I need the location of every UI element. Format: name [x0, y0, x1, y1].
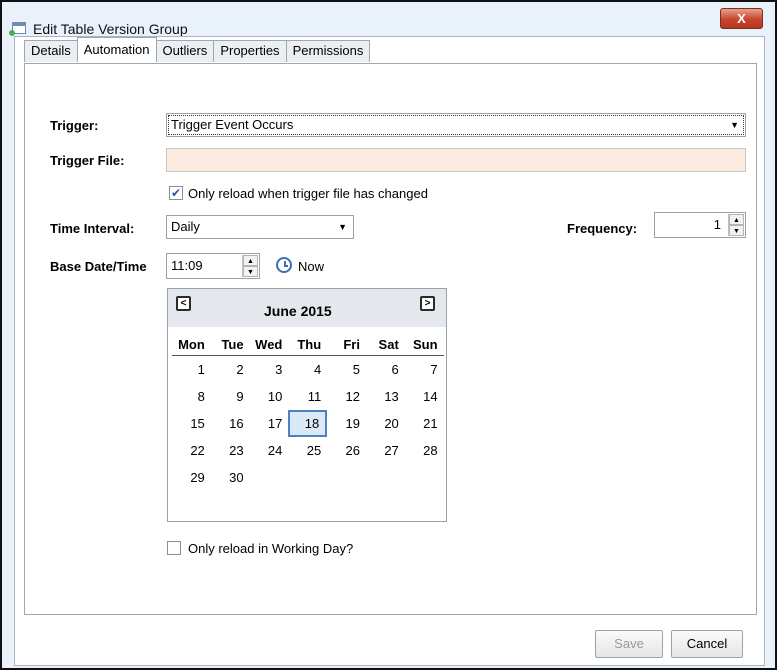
decrement-icon[interactable]: ▼ [243, 266, 258, 277]
calendar-day[interactable]: 23 [211, 437, 250, 464]
calendar-day[interactable]: 5 [327, 356, 366, 383]
weekday-label: Sun [413, 337, 438, 352]
chevron-down-icon: ▼ [338, 222, 347, 232]
tab-strip: Details Automation Outliers Properties P… [24, 37, 371, 62]
calendar-day[interactable]: 8 [172, 383, 211, 410]
calendar-header: < June 2015 > [168, 289, 446, 327]
title-bar: Edit Table Version Group X [2, 2, 775, 37]
calendar-day[interactable]: 24 [250, 437, 289, 464]
calendar-week: 1 2 3 4 5 6 7 [172, 356, 444, 383]
calendar-day[interactable]: 17 [250, 410, 289, 437]
calendar-day[interactable]: 15 [172, 410, 211, 437]
close-button[interactable]: X [720, 8, 763, 29]
calendar-day[interactable]: 12 [327, 383, 366, 410]
calendar-day-empty [366, 464, 405, 491]
calendar-day[interactable]: 4 [288, 356, 327, 383]
cancel-button[interactable]: Cancel [671, 630, 743, 658]
calendar-day[interactable]: 9 [211, 383, 250, 410]
calendar-day[interactable]: 6 [366, 356, 405, 383]
calendar-day[interactable]: 19 [327, 410, 366, 437]
calendar-day[interactable]: 27 [366, 437, 405, 464]
calendar-day[interactable]: 29 [172, 464, 211, 491]
tab-properties[interactable]: Properties [213, 40, 287, 62]
calendar-grid: Mon Tue Wed Thu Fri Sat Sun 1 2 3 4 5 6 … [172, 334, 444, 491]
calendar-week: 29 30 [172, 464, 444, 491]
increment-icon[interactable]: ▲ [243, 255, 258, 266]
calendar-week: 15 16 17 18 19 20 21 [172, 410, 444, 437]
weekday-label: Mon [178, 337, 205, 352]
base-datetime-label: Base Date/Time [50, 259, 147, 274]
next-month-button[interactable]: > [420, 296, 435, 311]
tab-automation[interactable]: Automation [76, 37, 157, 62]
dialog-window: Edit Table Version Group X Details Autom… [0, 0, 777, 670]
save-button[interactable]: Save [595, 630, 663, 658]
weekday-label: Wed [255, 337, 283, 352]
trigger-select[interactable]: Trigger Event Occurs ▼ [166, 113, 746, 137]
frequency-label: Frequency: [567, 221, 638, 236]
calendar-day-empty [288, 464, 327, 491]
working-day-label: Only reload in Working Day? [188, 541, 354, 556]
calendar-day[interactable]: 13 [366, 383, 405, 410]
trigger-label: Trigger: [50, 118, 99, 133]
weekday-label: Tue [221, 337, 244, 352]
calendar-month-title: June 2015 [264, 303, 332, 319]
calendar-day[interactable]: 20 [366, 410, 405, 437]
calendar-day[interactable]: 22 [172, 437, 211, 464]
only-reload-changed-label: Only reload when trigger file has change… [188, 186, 428, 201]
trigger-file-field[interactable] [166, 148, 746, 172]
now-button[interactable]: Now [298, 259, 324, 274]
prev-month-button[interactable]: < [176, 296, 191, 311]
weekday-header: Mon Tue Wed Thu Fri Sat Sun [172, 334, 444, 356]
calendar-day[interactable]: 10 [250, 383, 289, 410]
calendar-day[interactable]: 3 [250, 356, 289, 383]
decrement-icon[interactable]: ▼ [729, 225, 744, 236]
calendar-day[interactable]: 16 [211, 410, 250, 437]
time-interval-select[interactable]: Daily ▼ [166, 215, 354, 239]
date-picker: < June 2015 > Mon Tue Wed Thu Fri Sat Su… [167, 288, 447, 522]
trigger-file-label: Trigger File: [50, 153, 125, 168]
only-reload-changed-checkbox[interactable]: ✔ [169, 186, 183, 200]
calendar-week: 22 23 24 25 26 27 28 [172, 437, 444, 464]
calendar-day-empty [327, 464, 366, 491]
calendar-day[interactable]: 30 [211, 464, 250, 491]
base-time-value: 11:09 [171, 258, 203, 273]
frequency-value: 1 [713, 217, 721, 232]
calendar-day[interactable]: 7 [405, 356, 444, 383]
tab-outliers[interactable]: Outliers [155, 40, 215, 62]
base-time-stepper[interactable]: 11:09 ▲ ▼ [166, 253, 260, 279]
frequency-stepper[interactable]: 1 ▲ ▼ [654, 212, 746, 238]
clock-icon[interactable] [276, 257, 292, 273]
tab-permissions[interactable]: Permissions [285, 40, 371, 62]
calendar-day[interactable]: 11 [288, 383, 327, 410]
calendar-week: 8 9 10 11 12 13 14 [172, 383, 444, 410]
calendar-day-empty [405, 464, 444, 491]
calendar-day[interactable]: 1 [172, 356, 211, 383]
time-interval-value: Daily [171, 219, 200, 234]
calendar-day[interactable]: 25 [288, 437, 327, 464]
calendar-day[interactable]: 26 [327, 437, 366, 464]
weekday-label: Thu [297, 337, 322, 352]
calendar-day[interactable]: 14 [405, 383, 444, 410]
chevron-down-icon: ▼ [730, 120, 739, 130]
time-interval-label: Time Interval: [50, 221, 135, 236]
calendar-day[interactable]: 2 [211, 356, 250, 383]
calendar-day[interactable]: 28 [405, 437, 444, 464]
increment-icon[interactable]: ▲ [729, 214, 744, 225]
tab-details[interactable]: Details [24, 40, 78, 62]
weekday-label: Fri [343, 337, 360, 352]
table-icon [9, 22, 26, 36]
trigger-select-value: Trigger Event Occurs [171, 117, 294, 132]
weekday-label: Sat [378, 337, 399, 352]
window-title: Edit Table Version Group [33, 21, 188, 37]
calendar-day-selected[interactable]: 18 [288, 410, 328, 437]
calendar-day-empty [250, 464, 289, 491]
working-day-checkbox[interactable] [167, 541, 181, 555]
calendar-day[interactable]: 21 [405, 410, 444, 437]
